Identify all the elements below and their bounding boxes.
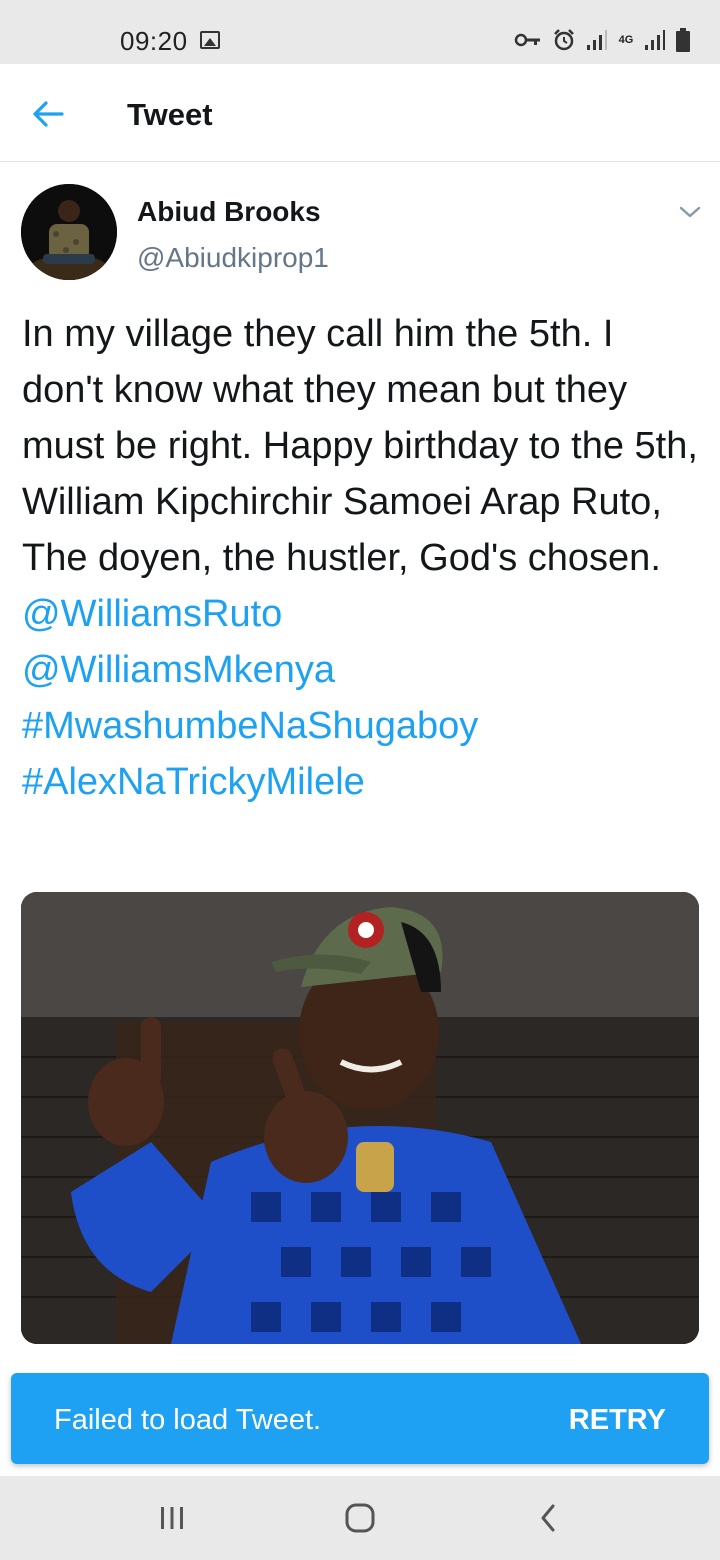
page-title: Tweet [127,97,213,132]
system-nav-bar [0,1476,720,1560]
alarm-icon [554,29,574,51]
chevron-down-icon [679,206,701,218]
tweet-body: In my village they call him the 5th. I d… [22,313,698,579]
signal-icon [587,30,607,50]
signal-icon [645,30,665,50]
arrow-left-icon [33,101,64,127]
back-icon [541,1504,555,1532]
tweet-media-image[interactable] [21,892,699,1344]
snackbar-message: Failed to load Tweet. [54,1404,322,1436]
error-snackbar: Failed to load Tweet. RETRY [11,1373,709,1464]
hashtag-link[interactable]: #AlexNaTrickyMilele [22,761,365,803]
recents-icon [161,1507,183,1529]
retry-button[interactable]: RETRY [569,1404,666,1437]
back-button[interactable] [28,94,68,134]
recents-button[interactable] [142,1498,202,1538]
author-handle[interactable]: @Abiudkiprop1 [137,242,329,274]
status-icons: 4G [514,26,690,54]
mention-link[interactable]: @WilliamsMkenya [22,649,335,691]
mention-link[interactable]: @WilliamsRuto [22,593,282,635]
gallery-icon [200,31,220,49]
home-button[interactable] [330,1498,390,1538]
status-bar: 09:20 4G [0,0,720,64]
app-bar: Tweet [0,64,720,162]
author-name[interactable]: Abiud Brooks [137,196,321,228]
status-time: 09:20 [120,26,188,56]
nav-back-button[interactable] [518,1498,578,1538]
battery-icon [676,28,690,52]
key-icon [514,33,540,47]
home-icon [345,1503,375,1533]
network-4g-icon: 4G [618,33,634,46]
hashtag-link[interactable]: #MwashumbeNaShugaboy [22,705,478,747]
tweet-text: In my village they call him the 5th. I d… [22,306,702,810]
tweet-menu-button[interactable] [674,198,706,226]
avatar[interactable] [21,184,117,280]
